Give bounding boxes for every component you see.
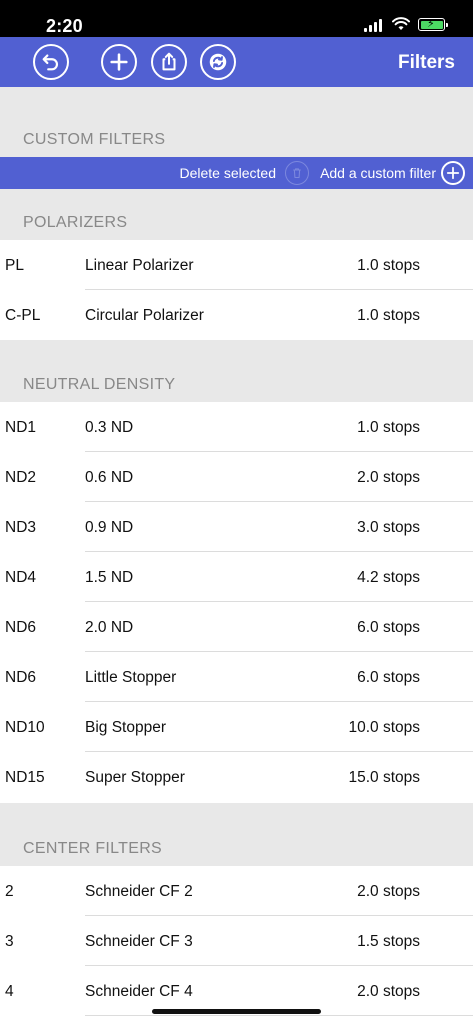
table-row[interactable]: ND15 Super Stopper 15.0 stops: [0, 752, 473, 802]
filter-stops: 6.0 stops: [357, 619, 420, 636]
table-row[interactable]: ND4 1.5 ND 4.2 stops: [0, 552, 473, 602]
table-row[interactable]: ND6 2.0 ND 6.0 stops: [0, 602, 473, 652]
filter-stops: 2.0 stops: [357, 469, 420, 486]
filter-stops: 2.0 stops: [357, 983, 420, 1000]
home-indicator[interactable]: [152, 1009, 321, 1014]
filter-stops: 1.0 stops: [357, 257, 420, 274]
filter-code: ND1: [5, 419, 37, 436]
filter-code: 3: [5, 933, 14, 950]
filter-name: Linear Polarizer: [85, 257, 194, 274]
table-row[interactable]: 3 Schneider CF 3 1.5 stops: [0, 916, 473, 966]
filter-stops: 15.0 stops: [348, 769, 420, 786]
section-header-neutral-density: NEUTRAL DENSITY: [0, 340, 473, 402]
filter-code: ND6: [5, 669, 37, 686]
filter-name: 1.5 ND: [85, 569, 134, 586]
filter-code: ND6: [5, 619, 37, 636]
filter-code: 2: [5, 883, 14, 900]
filter-name: Schneider CF 4: [85, 983, 193, 1000]
filter-stops: 1.0 stops: [357, 307, 420, 324]
filter-stops: 4.2 stops: [357, 569, 420, 586]
custom-filter-toolbar: Delete selected Add a custom filter: [0, 157, 473, 189]
table-row[interactable]: ND10 Big Stopper 10.0 stops: [0, 702, 473, 752]
section-header-custom-filters: CUSTOM FILTERS: [0, 87, 473, 157]
table-row[interactable]: 2 Schneider CF 2 2.0 stops: [0, 866, 473, 916]
delete-selected-icon-button[interactable]: [285, 161, 309, 185]
table-row[interactable]: ND2 0.6 ND 2.0 stops: [0, 452, 473, 502]
filter-stops: 1.0 stops: [357, 419, 420, 436]
filter-stops: 2.0 stops: [357, 883, 420, 900]
filter-name: Super Stopper: [85, 769, 185, 786]
add-button[interactable]: [101, 44, 137, 80]
share-icon: [162, 52, 176, 71]
status-time: 2:20: [46, 16, 83, 36]
section-title: NEUTRAL DENSITY: [23, 376, 176, 393]
filter-stops: 3.0 stops: [357, 519, 420, 536]
filter-code: ND4: [5, 569, 37, 586]
filter-name: Circular Polarizer: [85, 307, 204, 324]
back-icon: [42, 54, 58, 71]
filter-code: ND3: [5, 519, 37, 536]
wifi-icon: [392, 17, 410, 30]
section-title: CUSTOM FILTERS: [23, 131, 166, 148]
back-button[interactable]: [33, 44, 69, 80]
section-title: POLARIZERS: [23, 214, 128, 231]
filter-name: Schneider CF 3: [85, 933, 193, 950]
filter-code: ND15: [5, 769, 45, 786]
section-header-polarizers: POLARIZERS: [0, 189, 473, 240]
add-custom-filter-button[interactable]: Add a custom filter: [320, 165, 436, 181]
filter-code: PL: [5, 257, 24, 274]
share-button[interactable]: [151, 44, 187, 80]
page-title: Filters: [397, 52, 455, 73]
filter-stops: 1.5 stops: [357, 933, 420, 950]
delete-selected-button[interactable]: Delete selected: [179, 165, 276, 181]
table-row[interactable]: C-PL Circular Polarizer 1.0 stops: [0, 290, 473, 340]
add-custom-filter-icon-button[interactable]: [441, 161, 465, 185]
sync-button[interactable]: [200, 44, 236, 80]
table-row[interactable]: ND1 0.3 ND 1.0 stops: [0, 402, 473, 452]
add-icon: [446, 166, 460, 180]
table-row[interactable]: ND6 Little Stopper 6.0 stops: [0, 652, 473, 702]
filter-name: 0.3 ND: [85, 419, 134, 436]
sync-icon: [209, 53, 227, 71]
filter-code: ND2: [5, 469, 37, 486]
filter-name: Big Stopper: [85, 719, 166, 736]
filter-name: Schneider CF 2: [85, 883, 193, 900]
battery-icon: ⚡: [418, 18, 448, 31]
table-row[interactable]: ND3 0.9 ND 3.0 stops: [0, 502, 473, 552]
cellular-signal-icon: [364, 18, 384, 32]
status-bar: 2:20 ⚡: [0, 0, 473, 37]
filter-name: 2.0 ND: [85, 619, 134, 636]
section-header-center-filters: CENTER FILTERS: [0, 803, 473, 866]
table-row[interactable]: PL Linear Polarizer 1.0 stops: [0, 240, 473, 290]
row-divider: [85, 1015, 473, 1016]
add-icon: [110, 53, 128, 71]
trash-icon: [293, 168, 301, 179]
filter-name: Little Stopper: [85, 669, 177, 686]
filter-stops: 10.0 stops: [348, 719, 420, 736]
filter-code: ND10: [5, 719, 45, 736]
filter-code: 4: [5, 983, 14, 1000]
filter-code: C-PL: [5, 307, 41, 324]
filter-name: 0.9 ND: [85, 519, 134, 536]
filter-stops: 6.0 stops: [357, 669, 420, 686]
nav-bar: Filters: [0, 37, 473, 87]
filter-name: 0.6 ND: [85, 469, 134, 486]
section-title: CENTER FILTERS: [23, 840, 163, 857]
